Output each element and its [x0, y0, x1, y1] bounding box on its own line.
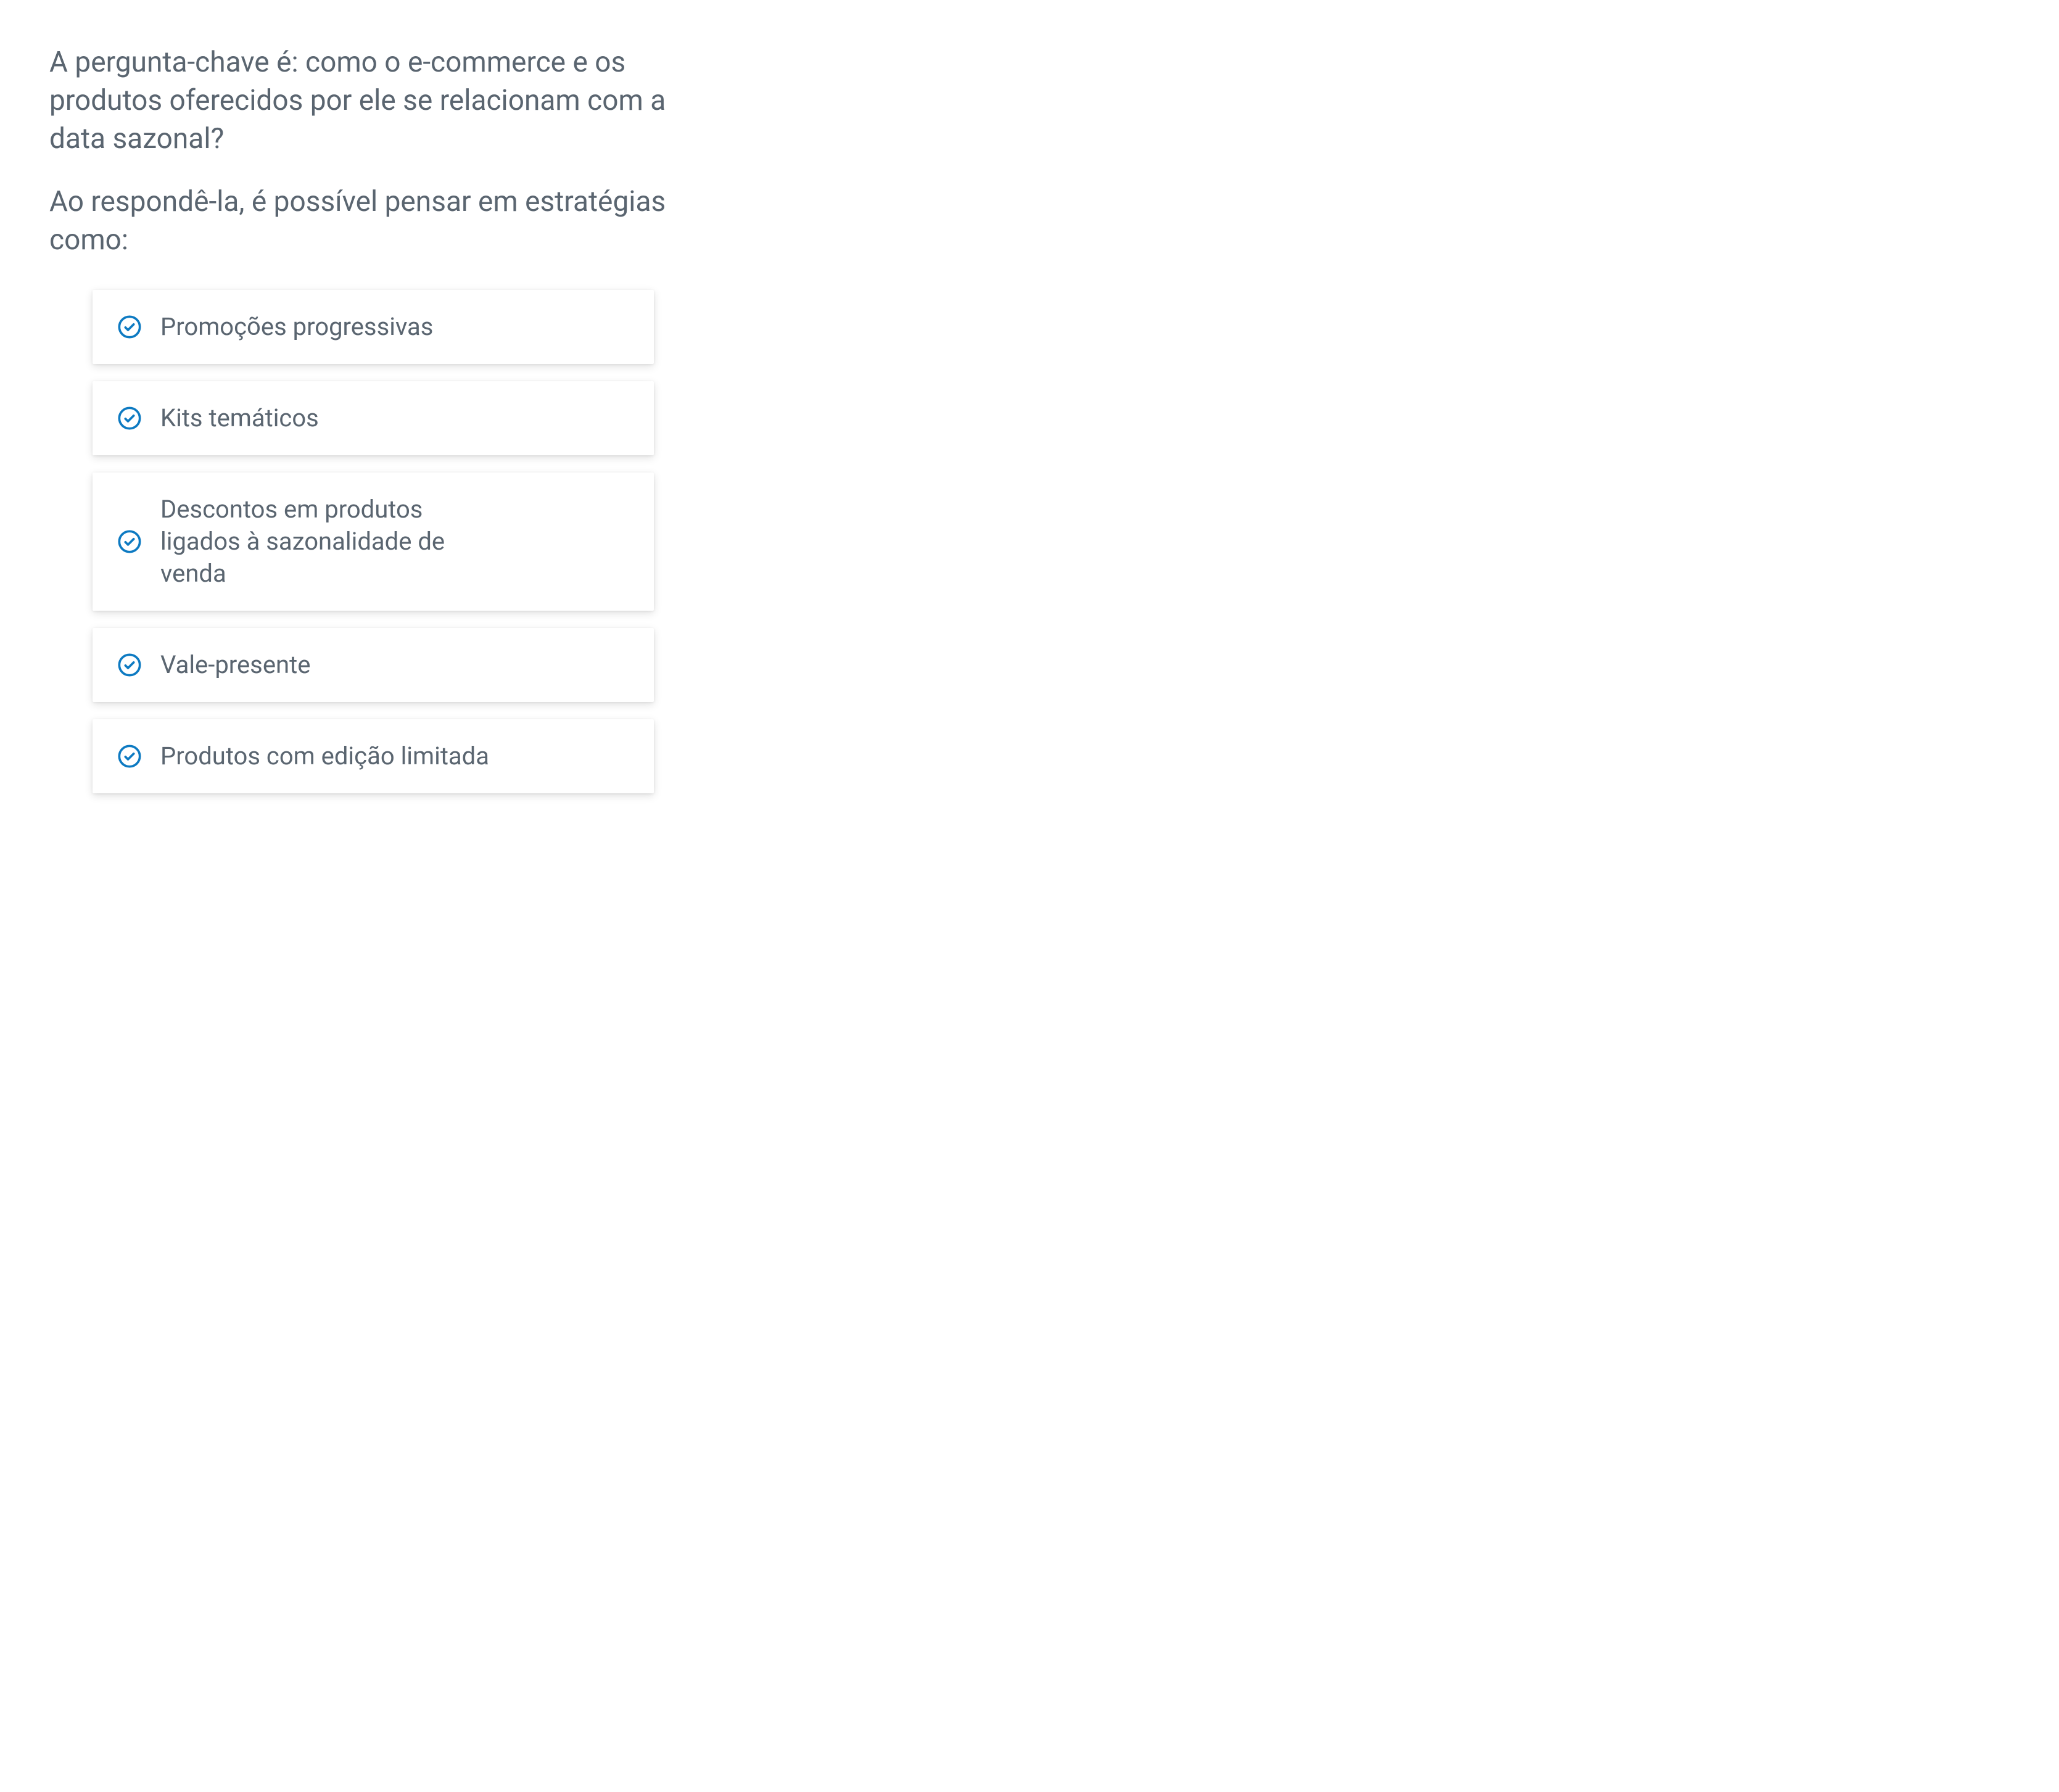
strategy-label: Vale-presente — [160, 649, 310, 681]
strategy-card: Produtos com edição limitada — [93, 719, 654, 793]
strategy-card: Vale-presente — [93, 628, 654, 702]
check-circle-icon — [117, 744, 142, 769]
strategy-label: Promoções progressivas — [160, 311, 433, 343]
check-circle-icon — [117, 406, 142, 431]
strategy-card: Kits temáticos — [93, 381, 654, 455]
strategy-label: Descontos em produtos ligados à sazonali… — [160, 493, 506, 590]
intro-text: A pergunta-chave é: como o e-commerce e … — [49, 43, 697, 259]
intro-paragraph-2: Ao respondê-la, é possível pensar em est… — [49, 183, 697, 259]
check-circle-icon — [117, 315, 142, 339]
check-circle-icon — [117, 653, 142, 677]
strategy-label: Produtos com edição limitada — [160, 740, 489, 772]
check-circle-icon — [117, 529, 142, 554]
strategy-card: Descontos em produtos ligados à sazonali… — [93, 473, 654, 611]
strategy-label: Kits temáticos — [160, 402, 319, 434]
strategy-list: Promoções progressivas Kits temáticos De… — [49, 290, 697, 793]
strategy-card: Promoções progressivas — [93, 290, 654, 364]
intro-paragraph-1: A pergunta-chave é: como o e-commerce e … — [49, 43, 697, 158]
